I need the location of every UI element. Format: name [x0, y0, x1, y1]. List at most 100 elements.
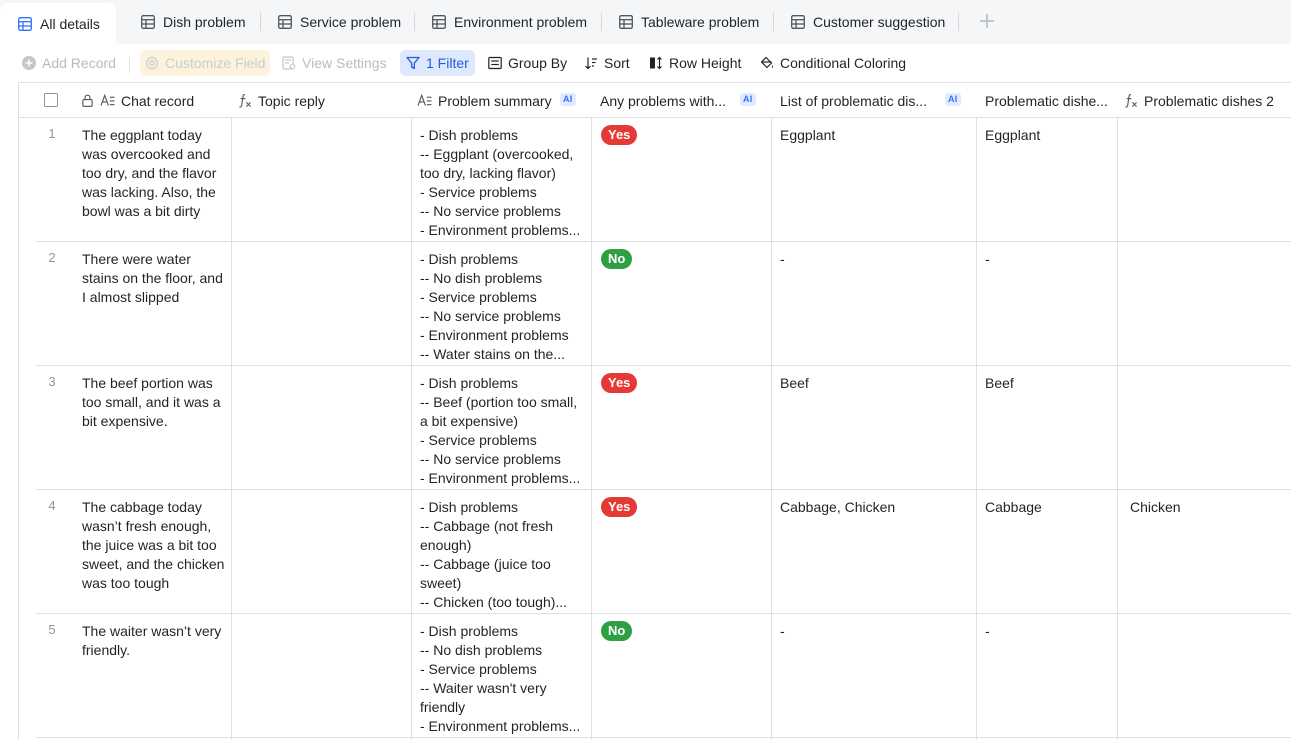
text-field-icon	[100, 94, 115, 106]
group-by-label: Group By	[508, 55, 568, 71]
sort-label: Sort	[604, 55, 630, 71]
problem-summary-cell[interactable]: - Dish problems -- Eggplant (overcooked,…	[420, 126, 585, 240]
problematic-list-cell[interactable]: Eggplant	[780, 126, 970, 145]
select-all-checkbox[interactable]	[44, 93, 58, 107]
tab-dish-problem[interactable]: Dish problem	[141, 3, 245, 41]
ai-badge: AI	[740, 93, 756, 106]
ai-text-icon	[417, 94, 432, 106]
status-badge[interactable]: Yes	[601, 373, 638, 393]
column-header-problematic-dishes-2[interactable]: Problematic dishes 2	[1123, 83, 1291, 118]
table-row[interactable]: 3 The beef portion was too small, and it…	[19, 366, 1291, 490]
chat-record-cell[interactable]: The beef portion was too small, and it w…	[82, 374, 226, 431]
tab-divider	[414, 13, 415, 31]
sort-icon	[585, 57, 597, 70]
group-icon	[488, 56, 502, 70]
grid-table-icon	[432, 15, 446, 29]
tab-label: Tableware problem	[641, 14, 760, 30]
grid-table-icon	[141, 15, 155, 29]
filter-button[interactable]: 1 Filter	[400, 50, 475, 76]
grid-table-icon	[791, 15, 805, 29]
chat-record-cell[interactable]: There were water stains on the floor, an…	[82, 250, 226, 307]
lock-icon	[82, 94, 93, 107]
problematic-dishes-cell[interactable]: Beef	[985, 374, 1113, 393]
view-settings-label: View Settings	[302, 55, 387, 71]
tab-customer-suggestion[interactable]: Customer suggestion	[791, 3, 945, 41]
tab-tableware-problem[interactable]: Tableware problem	[619, 3, 759, 41]
grid-header: Chat record Topic reply Problem summary …	[19, 83, 1291, 118]
problem-summary-cell[interactable]: - Dish problems -- No dish problems - Se…	[420, 622, 585, 736]
row-divider	[36, 737, 1291, 738]
plus-icon	[980, 14, 994, 28]
tab-divider	[958, 13, 959, 31]
group-by-button[interactable]: Group By	[484, 50, 571, 76]
table-row[interactable]: 4 The cabbage today wasn’t fresh enough,…	[19, 490, 1291, 614]
chat-record-cell[interactable]: The waiter wasn’t very friendly.	[82, 622, 226, 660]
problematic-list-cell[interactable]: Beef	[780, 374, 970, 393]
add-record-button[interactable]: Add Record	[18, 50, 120, 76]
formula-icon	[239, 93, 251, 108]
tab-label: Service problem	[300, 14, 402, 30]
tab-label: Dish problem	[163, 14, 246, 30]
column-header-label: Any problems with...	[600, 92, 727, 109]
column-header-label: Problematic dishes 2	[1144, 92, 1274, 109]
table-row[interactable]: 1 The eggplant today was overcooked and …	[19, 118, 1291, 242]
view-settings-icon	[282, 56, 296, 70]
problem-summary-cell[interactable]: - Dish problems -- No dish problems - Se…	[420, 250, 585, 364]
table-row[interactable]: 2 There were water stains on the floor, …	[19, 242, 1291, 366]
view-toolbar: Add Record Customize Field View Settings…	[0, 44, 1291, 82]
problematic-list-cell[interactable]: Cabbage, Chicken	[780, 498, 970, 517]
grid-table-icon	[278, 15, 292, 29]
column-header-problematic-list[interactable]: List of problematic dis...	[780, 83, 936, 118]
problematic-list-cell[interactable]: -	[780, 622, 970, 641]
chat-record-cell[interactable]: The eggplant today was overcooked and to…	[82, 126, 226, 221]
problematic-dishes-2-cell[interactable]: Chicken	[1130, 498, 1290, 517]
problem-summary-cell[interactable]: - Dish problems -- Beef (portion too sma…	[420, 374, 585, 488]
tab-all-details[interactable]: All details	[0, 3, 116, 44]
status-badge[interactable]: No	[601, 621, 633, 641]
add-view-button[interactable]	[978, 10, 996, 32]
filter-icon	[406, 56, 420, 70]
status-badge[interactable]: Yes	[601, 125, 638, 145]
toolbar-divider	[129, 57, 130, 73]
sort-button[interactable]: Sort	[580, 50, 634, 76]
status-badge[interactable]: No	[601, 249, 633, 269]
problem-summary-cell[interactable]: - Dish problems -- Cabbage (not fresh en…	[420, 498, 585, 612]
chat-record-cell[interactable]: The cabbage today wasn’t fresh enough, t…	[82, 498, 226, 593]
column-header-topic-reply[interactable]: Topic reply	[237, 83, 409, 118]
row-number: 4	[48, 498, 56, 513]
view-settings-button[interactable]: View Settings	[278, 50, 391, 76]
customize-field-label: Customize Field	[165, 55, 266, 71]
table-row[interactable]: 5 The waiter wasn’t very friendly. - Dis…	[19, 614, 1291, 738]
data-grid: Chat record Topic reply Problem summary …	[18, 82, 1291, 740]
column-header-label: Problem summary	[438, 92, 552, 109]
row-number: 5	[48, 622, 56, 637]
problematic-dishes-cell[interactable]: -	[985, 250, 1113, 269]
column-header-label: List of problematic dis...	[780, 92, 928, 109]
conditional-coloring-button[interactable]: Conditional Coloring	[756, 50, 910, 76]
problematic-dishes-cell[interactable]: -	[985, 622, 1113, 641]
status-badge[interactable]: Yes	[601, 497, 638, 517]
column-header-label: Chat record	[121, 92, 195, 109]
formula-icon	[1125, 93, 1137, 108]
tab-divider	[260, 13, 261, 31]
tab-label: All details	[40, 15, 100, 32]
tab-environment-problem[interactable]: Environment problem	[432, 3, 587, 41]
column-header-chat-record[interactable]: Chat record	[81, 83, 229, 118]
problematic-dishes-cell[interactable]: Eggplant	[985, 126, 1113, 145]
add-record-label: Add Record	[42, 55, 116, 71]
row-height-button[interactable]: Row Height	[645, 50, 745, 76]
view-tab-bar: All details Dish problem Service problem…	[0, 0, 1291, 44]
problematic-list-cell[interactable]: -	[780, 250, 970, 269]
gear-icon	[145, 56, 159, 70]
plus-circle-icon	[22, 56, 36, 70]
column-header-problematic-dishes[interactable]: Problematic dishe...	[985, 83, 1115, 118]
tab-service-problem[interactable]: Service problem	[278, 3, 401, 41]
customize-field-button[interactable]: Customize Field	[140, 50, 271, 76]
grid-table-icon	[18, 16, 32, 31]
tab-divider	[601, 13, 602, 31]
problematic-dishes-cell[interactable]: Cabbage	[985, 498, 1113, 517]
conditional-coloring-label: Conditional Coloring	[780, 55, 907, 71]
column-header-any-problems[interactable]: Any problems with...	[600, 83, 735, 118]
column-header-problem-summary[interactable]: Problem summary	[417, 83, 567, 118]
row-height-label: Row Height	[669, 55, 742, 71]
